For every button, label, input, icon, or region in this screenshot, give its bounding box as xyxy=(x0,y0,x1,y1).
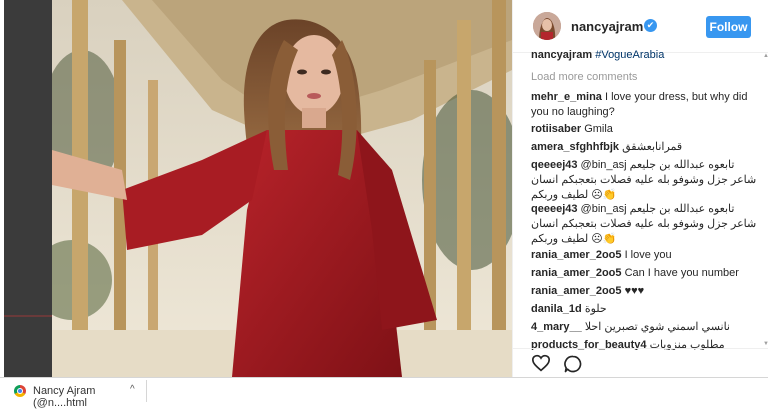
scroll-down-icon[interactable]: ▼ xyxy=(763,340,768,348)
verified-badge-icon: ✔ xyxy=(644,19,657,32)
avatar-image xyxy=(533,12,561,40)
comment-item: qeeeej43 @bin_asj تابعوه عبدالله بن جليع… xyxy=(531,158,761,203)
window-divider xyxy=(4,315,52,317)
download-item[interactable]: Nancy Ajram (@n....html ^ xyxy=(6,380,146,409)
comment-item: rania_amer_2oo5 ♥♥♥ xyxy=(531,284,761,299)
chevron-up-icon[interactable]: ^ xyxy=(130,384,135,395)
post-photo[interactable] xyxy=(52,0,512,377)
left-window-edge xyxy=(0,0,52,377)
heart-icon[interactable] xyxy=(531,354,551,372)
caption-username[interactable]: nancyajram xyxy=(531,50,592,61)
comment-item: amera_sfghhfbjk قمرانابعشقق xyxy=(531,140,761,155)
comment-username[interactable]: 4_mary__ xyxy=(531,321,582,333)
comments-list: nancyajram #VogueArabia Load more commen… xyxy=(531,50,761,350)
comment-text: Can I have you number xyxy=(624,267,739,279)
scroll-up-icon[interactable]: ▲ xyxy=(763,52,768,60)
comment-username[interactable]: mehr_e_mina xyxy=(531,91,602,103)
comment-item: rania_amer_2oo5 Can I have you number xyxy=(531,266,761,281)
comment-item: danila_1d حلوة xyxy=(531,302,761,317)
comments-scrollbar[interactable]: ▲ ▼ xyxy=(763,52,768,348)
follow-button[interactable]: Follow xyxy=(706,16,751,38)
chrome-icon xyxy=(14,385,26,397)
comment-text: قمرانابعشقق xyxy=(622,141,683,153)
comment-username[interactable]: rania_amer_2oo5 xyxy=(531,249,622,261)
comment-text: Gmila xyxy=(584,123,613,135)
comment-username[interactable]: qeeeej43 xyxy=(531,203,577,215)
comment-item: 4_mary__ نانسي اسمني شوي تصبرين احلا xyxy=(531,320,761,335)
background-window xyxy=(4,0,52,377)
comment-item: rania_amer_2oo5 I love you xyxy=(531,248,761,263)
caption: nancyajram #VogueArabia xyxy=(531,50,761,63)
comment-item: rotiisaber Gmila xyxy=(531,122,761,137)
download-bar: Nancy Ajram (@n....html ^ xyxy=(0,377,768,409)
download-separator xyxy=(146,380,147,402)
comment-username[interactable]: rania_amer_2oo5 xyxy=(531,285,622,297)
comment-item: mehr_e_mina I love your dress, but why d… xyxy=(531,90,761,120)
photo-illustration xyxy=(52,0,512,377)
post-side-panel: nancyajram ✔ Follow nancyajram #VogueAra… xyxy=(512,0,768,377)
comment-username[interactable]: rania_amer_2oo5 xyxy=(531,267,622,279)
load-more-comments-link[interactable]: Load more comments xyxy=(531,70,761,85)
comment-username[interactable]: danila_1d xyxy=(531,303,582,315)
comment-username[interactable]: amera_sfghhfbjk xyxy=(531,141,619,153)
post-header: nancyajram ✔ Follow xyxy=(513,0,768,53)
comment-text: نانسي اسمني شوي تصبرين احلا xyxy=(584,321,730,333)
post-actions xyxy=(513,348,768,378)
comment-icon[interactable] xyxy=(563,354,583,374)
comment-text: I love you xyxy=(624,249,672,261)
comment-text: حلوة xyxy=(584,303,607,315)
comment-username[interactable]: qeeeej43 xyxy=(531,159,577,171)
comment-username[interactable]: rotiisaber xyxy=(531,123,581,135)
caption-hashtag[interactable]: #VogueArabia xyxy=(595,50,664,61)
post-username[interactable]: nancyajram xyxy=(571,19,643,34)
comment-item: qeeeej43 @bin_asj تابعوه عبدالله بن جليع… xyxy=(531,202,761,247)
comment-text: ♥♥♥ xyxy=(624,285,645,297)
avatar[interactable] xyxy=(533,12,561,40)
